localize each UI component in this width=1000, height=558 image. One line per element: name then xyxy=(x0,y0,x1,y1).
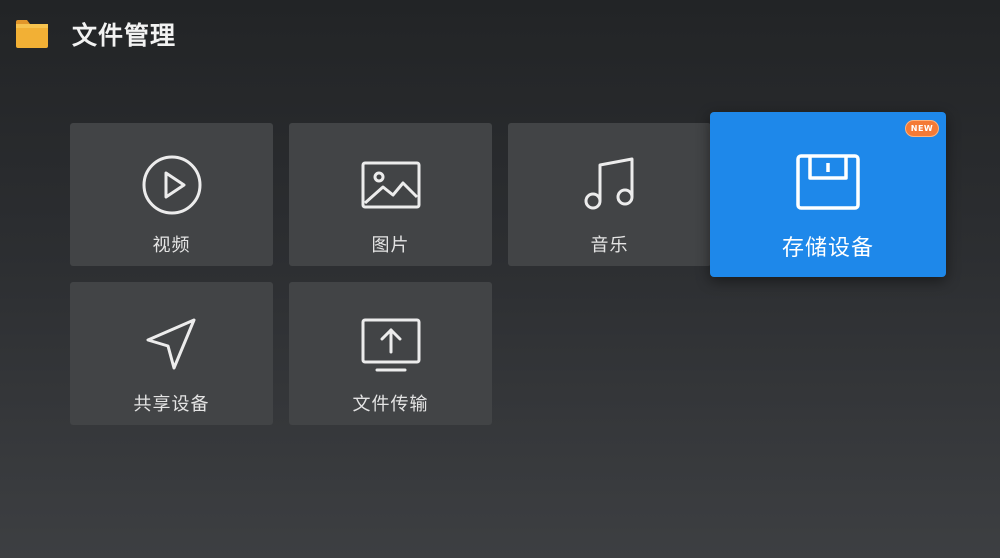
tile-label: 共享设备 xyxy=(133,394,210,415)
floppy-disk-icon xyxy=(796,154,860,210)
tile-file-transfer[interactable]: 文件传输 xyxy=(289,282,492,425)
new-badge: NEW xyxy=(905,120,939,137)
tile-pictures[interactable]: 图片 xyxy=(289,123,492,266)
send-arrow-icon xyxy=(146,318,195,370)
play-circle-icon xyxy=(142,155,201,215)
app-header: 文件管理 xyxy=(14,14,176,54)
folder-icon xyxy=(16,20,48,48)
tile-label: 存储设备 xyxy=(781,236,874,261)
upload-screen-icon xyxy=(361,318,420,372)
tile-label: 文件传输 xyxy=(352,394,429,415)
tile-label: 音乐 xyxy=(590,235,629,256)
music-note-icon xyxy=(584,157,633,210)
tile-label: 视频 xyxy=(152,235,191,256)
app-title: 文件管理 xyxy=(72,21,177,50)
tile-storage-devices[interactable]: NEW 存储设备 xyxy=(710,112,946,277)
tile-music[interactable]: 音乐 xyxy=(508,123,711,266)
tile-shared-devices[interactable]: 共享设备 xyxy=(70,282,273,425)
tile-label: 图片 xyxy=(371,235,410,256)
image-icon xyxy=(361,161,420,209)
tile-video[interactable]: 视频 xyxy=(70,123,273,266)
